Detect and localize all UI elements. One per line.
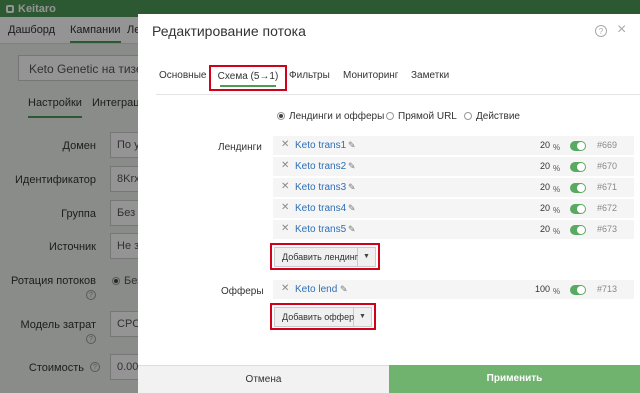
percent-sign: % bbox=[553, 143, 561, 152]
offer-id: #713 bbox=[597, 284, 618, 294]
landing-link[interactable]: Keto trans5 bbox=[295, 224, 346, 235]
landing-id: #673 bbox=[597, 224, 618, 234]
landing-link[interactable]: Keto trans2 bbox=[295, 161, 346, 172]
landing-id: #672 bbox=[597, 203, 618, 213]
radio-label: Лендинги и офферы bbox=[289, 111, 385, 122]
landing-weight[interactable]: 20 bbox=[518, 140, 550, 150]
landing-link[interactable]: Keto trans3 bbox=[295, 182, 346, 193]
radio-action[interactable]: Действие bbox=[464, 111, 520, 122]
landing-toggle[interactable] bbox=[570, 183, 586, 193]
tab-monitoring[interactable]: Мониторинг bbox=[343, 70, 398, 81]
edit-icon[interactable]: ✎ bbox=[348, 203, 356, 214]
tab-general[interactable]: Основные bbox=[159, 70, 206, 81]
landing-weight[interactable]: 20 bbox=[518, 182, 550, 192]
radio-icon bbox=[386, 112, 394, 120]
radio-label: Действие bbox=[476, 111, 520, 122]
remove-icon[interactable]: ✕ bbox=[281, 283, 289, 294]
remove-icon[interactable]: ✕ bbox=[281, 181, 289, 192]
remove-icon[interactable]: ✕ bbox=[281, 202, 289, 213]
question-circle-icon[interactable]: ? bbox=[595, 25, 607, 37]
landing-toggle[interactable] bbox=[570, 225, 586, 235]
percent-sign: % bbox=[553, 164, 561, 173]
remove-icon[interactable]: ✕ bbox=[281, 139, 289, 150]
add-landings-button[interactable]: Добавить лендинги bbox=[274, 247, 363, 267]
radio-icon bbox=[464, 112, 472, 120]
tab-schema-label: Схема (5→1) bbox=[217, 71, 279, 82]
landing-id: #670 bbox=[597, 161, 618, 171]
add-offers-highlight: Добавить офферы ▼ bbox=[270, 303, 376, 330]
add-landings-highlight: Добавить лендинги ▼ bbox=[270, 243, 380, 270]
remove-icon[interactable]: ✕ bbox=[281, 223, 289, 234]
landing-weight[interactable]: 20 bbox=[518, 224, 550, 234]
edit-icon[interactable]: ✎ bbox=[348, 224, 356, 235]
landing-link[interactable]: Keto trans1 bbox=[295, 140, 346, 151]
landings-label: Лендинги bbox=[218, 142, 262, 153]
landing-weight[interactable]: 20 bbox=[518, 161, 550, 171]
modal-title: Редактирование потока bbox=[152, 23, 306, 39]
landing-toggle[interactable] bbox=[570, 162, 586, 172]
percent-sign: % bbox=[553, 206, 561, 215]
landing-row: ✕ Keto trans5 ✎ 20 % #673 bbox=[273, 220, 634, 240]
add-offers-button[interactable]: Добавить офферы bbox=[274, 307, 361, 327]
radio-direct-url[interactable]: Прямой URL bbox=[386, 111, 457, 122]
close-icon[interactable]: × bbox=[617, 21, 626, 39]
landing-toggle[interactable] bbox=[570, 141, 586, 151]
offer-row: ✕ Keto lend ✎ 100 % #713 bbox=[273, 280, 634, 300]
landing-link[interactable]: Keto trans4 bbox=[295, 203, 346, 214]
cancel-button[interactable]: Отмена bbox=[138, 365, 389, 393]
landing-id: #669 bbox=[597, 140, 618, 150]
edit-icon[interactable]: ✎ bbox=[348, 140, 356, 151]
tabs-divider bbox=[156, 94, 640, 95]
landing-row: ✕ Keto trans3 ✎ 20 % #671 bbox=[273, 178, 634, 198]
offer-toggle[interactable] bbox=[570, 285, 586, 295]
chevron-down-icon[interactable]: ▼ bbox=[358, 247, 376, 267]
apply-button[interactable]: Применить bbox=[389, 365, 640, 393]
chevron-down-icon[interactable]: ▼ bbox=[354, 307, 372, 327]
radio-label: Прямой URL bbox=[398, 111, 457, 122]
remove-icon[interactable]: ✕ bbox=[281, 160, 289, 171]
offers-label: Офферы bbox=[221, 286, 264, 297]
active-tab-underline bbox=[220, 85, 276, 87]
percent-sign: % bbox=[553, 227, 561, 236]
offer-weight[interactable]: 100 bbox=[518, 284, 550, 294]
percent-sign: % bbox=[553, 287, 561, 296]
landing-id: #671 bbox=[597, 182, 618, 192]
landing-row: ✕ Keto trans1 ✎ 20 % #669 bbox=[273, 136, 634, 156]
tab-schema[interactable]: Схема (5→1) bbox=[209, 65, 287, 91]
edit-stream-modal: Редактирование потока ? × Основные Схема… bbox=[138, 14, 640, 393]
edit-icon[interactable]: ✎ bbox=[348, 161, 356, 172]
landing-row: ✕ Keto trans4 ✎ 20 % #672 bbox=[273, 199, 634, 219]
radio-landings-offers[interactable]: Лендинги и офферы bbox=[277, 111, 384, 122]
landing-row: ✕ Keto trans2 ✎ 20 % #670 bbox=[273, 157, 634, 177]
modal-footer: Отмена Применить bbox=[138, 365, 640, 393]
radio-checked-icon bbox=[277, 112, 285, 120]
landing-toggle[interactable] bbox=[570, 204, 586, 214]
edit-icon[interactable]: ✎ bbox=[348, 182, 356, 193]
tab-filters[interactable]: Фильтры bbox=[289, 70, 330, 81]
offer-link[interactable]: Keto lend bbox=[295, 284, 337, 295]
percent-sign: % bbox=[553, 185, 561, 194]
tab-notes[interactable]: Заметки bbox=[411, 70, 449, 81]
landing-weight[interactable]: 20 bbox=[518, 203, 550, 213]
edit-icon[interactable]: ✎ bbox=[340, 284, 348, 295]
